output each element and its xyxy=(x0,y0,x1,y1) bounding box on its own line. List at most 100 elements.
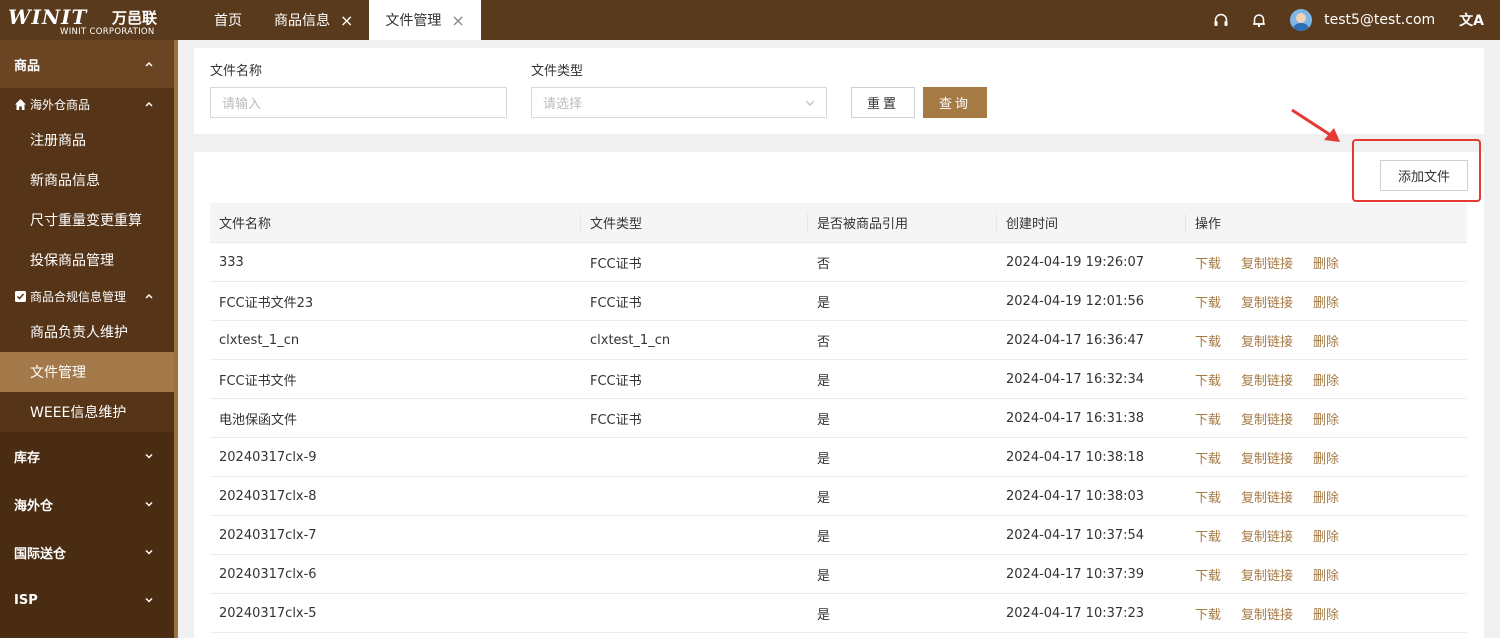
sidebar-group-overseas-warehouse[interactable]: 海外仓 xyxy=(0,480,174,528)
download-link[interactable]: 下载 xyxy=(1195,604,1221,623)
close-icon[interactable]: × xyxy=(340,11,353,30)
copy-link-link[interactable]: 复制链接 xyxy=(1241,331,1293,350)
file-name-cell: 20240317clx-6 xyxy=(219,566,317,582)
download-link[interactable]: 下载 xyxy=(1195,487,1221,506)
copy-link-link[interactable]: 复制链接 xyxy=(1241,370,1293,389)
copy-link-link[interactable]: 复制链接 xyxy=(1241,604,1293,623)
sidebar-item-new-product-info[interactable]: 新商品信息 xyxy=(0,160,174,200)
actions-cell: 下载 复制链接 删除 xyxy=(1186,516,1467,554)
main-content: 文件名称 请输入 文件类型 请选择 重置 查询 添加文件 文件名称 文件类型 是… xyxy=(178,40,1500,638)
sidebar-item-register-product[interactable]: 注册商品 xyxy=(0,120,174,160)
file-name-cell: 电池保函文件 xyxy=(219,412,298,428)
logo-subtitle: WINIT CORPORATION xyxy=(60,27,155,37)
tab-label: 首页 xyxy=(214,13,242,29)
file-type-cell: clxtest_1_cn xyxy=(590,332,671,348)
delete-link[interactable]: 删除 xyxy=(1313,292,1339,311)
download-link[interactable]: 下载 xyxy=(1195,253,1221,272)
delete-link[interactable]: 删除 xyxy=(1313,526,1339,545)
copy-link-link[interactable]: 复制链接 xyxy=(1241,487,1293,506)
actions-cell: 下载 复制链接 删除 xyxy=(1186,321,1467,359)
file-name-cell: clxtest_1_cn xyxy=(219,332,300,348)
reset-button[interactable]: 重置 xyxy=(851,87,915,118)
headset-icon[interactable] xyxy=(1213,12,1229,28)
file-name-input[interactable]: 请输入 xyxy=(210,87,507,118)
sidebar-group-label: 海外仓 xyxy=(14,498,54,514)
checkbox-icon xyxy=(15,290,26,302)
actions-cell: 下载 复制链接 删除 xyxy=(1186,360,1467,398)
avatar[interactable] xyxy=(1290,9,1313,31)
tab-product-info[interactable]: 商品信息 × xyxy=(258,0,369,40)
table-row: 电池保函文件 FCC证书 是 2024-04-17 16:31:38 下载 复制链接 删除 xyxy=(210,399,1467,438)
bell-icon[interactable] xyxy=(1251,12,1267,28)
sidebar: 商品 海外仓商品 注册商品 新商品信息 尺寸重量变更重算 投保商品管理 商品合规… xyxy=(0,40,174,638)
sidebar-group-inventory[interactable]: 库存 xyxy=(0,432,174,480)
delete-link[interactable]: 删除 xyxy=(1313,253,1339,272)
created-time-cell: 2024-04-17 16:36:47 xyxy=(1006,332,1145,348)
delete-link[interactable]: 删除 xyxy=(1313,565,1339,584)
copy-link-link[interactable]: 复制链接 xyxy=(1241,448,1293,467)
sidebar-sub-overseas[interactable]: 海外仓商品 xyxy=(0,88,174,120)
translate-icon[interactable]: 文A xyxy=(1459,10,1484,30)
chevron-down-icon xyxy=(805,100,815,106)
delete-link[interactable]: 删除 xyxy=(1313,409,1339,428)
sidebar-item-weee-info[interactable]: WEEE信息维护 xyxy=(0,392,174,432)
sidebar-group-product[interactable]: 商品 xyxy=(0,40,174,88)
top-bar: WINIT 万邑联 WINIT CORPORATION 首页 商品信息 × 文件管… xyxy=(0,0,1500,40)
referenced-cell: 是 xyxy=(817,412,831,428)
actions-cell: 下载 复制链接 删除 xyxy=(1186,399,1467,437)
download-link[interactable]: 下载 xyxy=(1195,448,1221,467)
created-time-cell: 2024-04-17 16:32:34 xyxy=(1006,371,1145,387)
sidebar-sub-compliance[interactable]: 商品合规信息管理 xyxy=(0,280,174,312)
delete-link[interactable]: 删除 xyxy=(1313,370,1339,389)
referenced-cell: 否 xyxy=(817,334,831,350)
delete-link[interactable]: 删除 xyxy=(1313,331,1339,350)
download-link[interactable]: 下载 xyxy=(1195,565,1221,584)
user-email[interactable]: test5@test.com xyxy=(1324,12,1435,28)
sidebar-group-label: 库存 xyxy=(14,450,41,466)
copy-link-link[interactable]: 复制链接 xyxy=(1241,292,1293,311)
download-link[interactable]: 下载 xyxy=(1195,370,1221,389)
file-type-cell xyxy=(581,516,808,554)
file-type-cell: FCC证书 xyxy=(590,373,642,389)
sidebar-item-product-owner[interactable]: 商品负责人维护 xyxy=(0,312,174,352)
home-icon xyxy=(15,98,26,110)
download-link[interactable]: 下载 xyxy=(1195,292,1221,311)
sidebar-group-international-delivery[interactable]: 国际送仓 xyxy=(0,528,174,576)
file-name-cell: FCC证书文件 xyxy=(219,373,297,389)
table-row: 20240317clx-7 是 2024-04-17 10:37:54 下载 复制链接 删… xyxy=(210,516,1467,555)
sidebar-item-insured-products[interactable]: 投保商品管理 xyxy=(0,240,174,280)
tab-home[interactable]: 首页 xyxy=(198,0,258,40)
close-icon[interactable]: × xyxy=(451,11,464,30)
query-button[interactable]: 查询 xyxy=(923,87,987,118)
delete-link[interactable]: 删除 xyxy=(1313,487,1339,506)
file-type-cell: FCC证书 xyxy=(590,295,642,311)
referenced-cell: 是 xyxy=(817,451,831,467)
download-link[interactable]: 下载 xyxy=(1195,526,1221,545)
table-header: 文件名称 文件类型 是否被商品引用 创建时间 操作 xyxy=(210,203,1467,243)
download-link[interactable]: 下载 xyxy=(1195,331,1221,350)
sidebar-group-isp[interactable]: ISP xyxy=(0,576,174,624)
referenced-cell: 是 xyxy=(817,529,831,545)
brand-logo[interactable]: WINIT 万邑联 WINIT CORPORATION xyxy=(0,0,180,40)
header-actions: test5@test.com 文A xyxy=(1202,0,1500,40)
file-type-select[interactable]: 请选择 xyxy=(531,87,827,118)
sidebar-item-size-weight-recalc[interactable]: 尺寸重量变更重算 xyxy=(0,200,174,240)
copy-link-link[interactable]: 复制链接 xyxy=(1241,409,1293,428)
created-time-cell: 2024-04-17 10:38:03 xyxy=(1006,488,1145,504)
download-link[interactable]: 下载 xyxy=(1195,409,1221,428)
file-name-label: 文件名称 xyxy=(210,64,263,79)
delete-link[interactable]: 删除 xyxy=(1313,448,1339,467)
table-row: 20240317clx-8 是 2024-04-17 10:38:03 下载 复制链接 删… xyxy=(210,477,1467,516)
file-name-cell: 20240317clx-7 xyxy=(219,527,317,543)
page-tabs: 首页 商品信息 × 文件管理 × xyxy=(198,0,481,40)
file-name-cell: 20240317clx-5 xyxy=(219,605,317,621)
copy-link-link[interactable]: 复制链接 xyxy=(1241,565,1293,584)
delete-link[interactable]: 删除 xyxy=(1313,604,1339,623)
tab-file-management[interactable]: 文件管理 × xyxy=(369,0,481,40)
file-type-placeholder: 请选择 xyxy=(543,97,583,112)
column-header: 文件类型 xyxy=(581,203,808,242)
sidebar-item-file-management[interactable]: 文件管理 xyxy=(0,352,174,392)
copy-link-link[interactable]: 复制链接 xyxy=(1241,526,1293,545)
copy-link-link[interactable]: 复制链接 xyxy=(1241,253,1293,272)
created-time-cell: 2024-04-17 10:37:54 xyxy=(1006,527,1145,543)
